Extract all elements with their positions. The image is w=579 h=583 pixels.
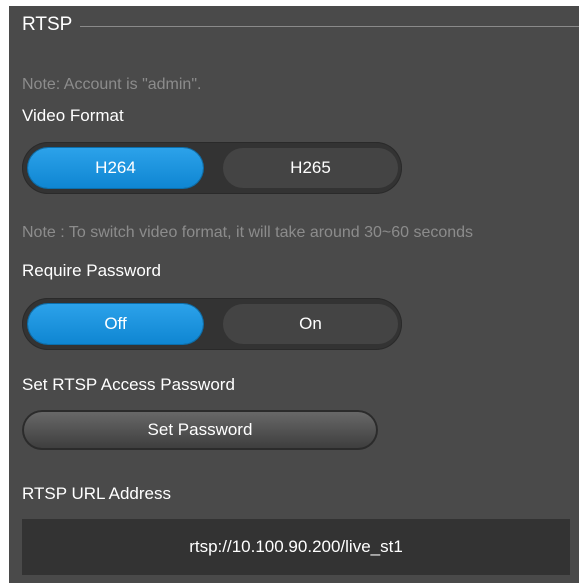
- rtsp-url-label: RTSP URL Address: [22, 484, 171, 503]
- rtsp-url-value: rtsp://10.100.90.200/live_st1: [189, 537, 403, 556]
- switch-format-note: Note : To switch video format, it will t…: [22, 224, 474, 241]
- require-password-toggle: Off On: [22, 298, 402, 350]
- require-password-off-button[interactable]: Off: [28, 304, 203, 344]
- section-divider: [80, 25, 579, 27]
- account-note: Note: Account is "admin".: [22, 76, 202, 93]
- access-password-label: Set RTSP Access Password: [22, 375, 235, 394]
- video-format-toggle: H264 H265: [22, 142, 402, 194]
- video-format-h265-button[interactable]: H265: [223, 148, 398, 188]
- section-header: RTSP: [22, 14, 579, 36]
- video-format-label: Video Format: [22, 106, 124, 125]
- rtsp-settings-panel: RTSP Note: Account is "admin". Video For…: [9, 6, 579, 583]
- set-password-button[interactable]: Set Password: [22, 410, 378, 450]
- video-format-h264-button[interactable]: H264: [28, 148, 203, 188]
- require-password-label: Require Password: [22, 261, 161, 280]
- require-password-on-button[interactable]: On: [223, 304, 398, 344]
- section-title: RTSP: [22, 14, 73, 35]
- rtsp-url-field: rtsp://10.100.90.200/live_st1: [22, 519, 570, 575]
